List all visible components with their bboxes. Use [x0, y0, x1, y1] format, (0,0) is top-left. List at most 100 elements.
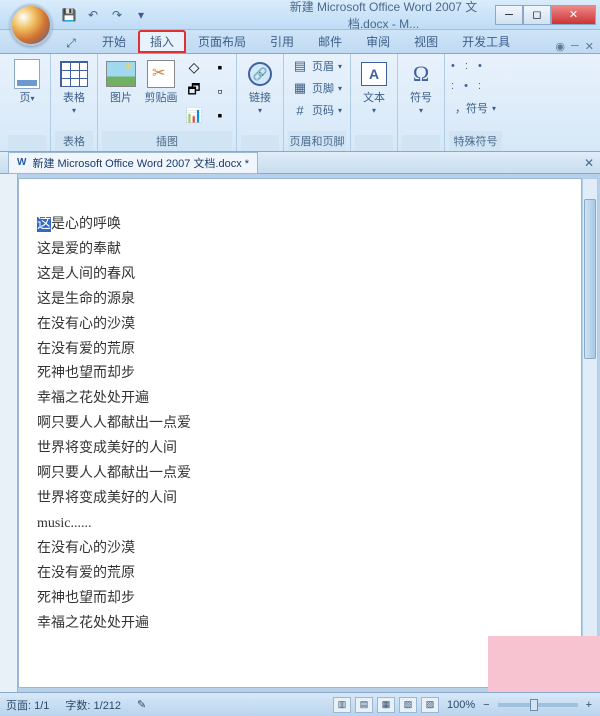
ribbon-group-special: • : • : • : ，符号▾ 特殊符号 [445, 54, 506, 151]
vertical-ruler[interactable] [0, 174, 18, 692]
doc-tab-name: 新建 Microsoft Office Word 2007 文档.docx * [32, 155, 249, 171]
sp-dot2[interactable]: : [465, 60, 468, 72]
qat-save-icon[interactable]: 💾 [58, 5, 80, 25]
sp-dot5[interactable]: • [464, 80, 468, 92]
document-line[interactable]: 在没有爱的荒原 [37, 338, 563, 363]
page-number-button[interactable]: #页码▾ [288, 100, 346, 120]
group-label-tables: 表格 [55, 131, 93, 151]
document-line[interactable]: music...... [37, 512, 563, 537]
textbox-button[interactable]: A 文本▾ [355, 56, 393, 118]
document-tab[interactable]: W 新建 Microsoft Office Word 2007 文档.docx … [8, 152, 258, 174]
overlay-patch [488, 636, 600, 692]
document-area: 这是心的呼唤这是爱的奉献这是人间的春风这是生命的源泉在没有心的沙漠在没有爱的荒原… [0, 174, 600, 692]
document-line[interactable]: 世界将变成美好的人间 [37, 437, 563, 462]
symbol-button[interactable]: Ω 符号▾ [402, 56, 440, 118]
tab-开始[interactable]: 开始 [90, 30, 138, 53]
tab-插入[interactable]: 插入 [138, 30, 186, 53]
group-label-special: 特殊符号 [449, 131, 502, 151]
symbol-label: 符号 [410, 92, 432, 104]
document-line[interactable]: 这是人间的春风 [37, 263, 563, 288]
document-line[interactable]: 幸福之花处处开遍 [37, 612, 563, 637]
illus-extra2-icon[interactable]: ▫ [208, 80, 232, 102]
doc-tab-close-icon[interactable]: ✕ [584, 156, 594, 170]
document-line[interactable]: 在没有爱的荒原 [37, 562, 563, 587]
document-line[interactable]: 啊只要人人都献出一点爱 [37, 462, 563, 487]
footer-icon: ▦ [292, 80, 308, 96]
scroll-thumb[interactable] [584, 199, 596, 359]
view-web-icon[interactable]: ▦ [377, 697, 395, 713]
special-label: ，符号 [455, 100, 488, 116]
page-button[interactable]: 页▾ [8, 56, 46, 106]
document-line[interactable]: 这是爱的奉献 [37, 238, 563, 263]
document-line[interactable]: 啊只要人人都献出一点爱 [37, 412, 563, 437]
tab-审阅[interactable]: 审阅 [354, 30, 402, 53]
document-line[interactable]: 这是心的呼唤 [37, 213, 563, 238]
ribbon-group-symbols: Ω 符号▾ [398, 54, 445, 151]
sp-dot1[interactable]: • [451, 60, 455, 72]
chart-icon[interactable]: 📊 [182, 104, 206, 126]
picture-button[interactable]: 图片 [102, 56, 140, 106]
tab-邮件[interactable]: 邮件 [306, 30, 354, 53]
status-page[interactable]: 页面: 1/1 [6, 697, 49, 713]
illus-extra1-icon[interactable]: ▪ [208, 56, 232, 78]
document-line[interactable]: 幸福之花处处开遍 [37, 387, 563, 412]
sp-dot3[interactable]: • [478, 60, 482, 72]
group-label [355, 135, 393, 151]
zoom-level[interactable]: 100% [447, 699, 475, 711]
tabs-toggle-icon[interactable]: ⤢ [60, 33, 82, 53]
sp-dot4[interactable]: : [451, 80, 454, 92]
maximize-button[interactable]: ◻ [523, 5, 551, 25]
document-line[interactable]: 在没有心的沙漠 [37, 313, 563, 338]
qat-dropdown-icon[interactable]: ▾ [130, 5, 152, 25]
document-line[interactable]: 死神也望而却步 [37, 587, 563, 612]
smartart-icon[interactable]: 🗗 [182, 80, 206, 102]
zoom-out-icon[interactable]: − [483, 699, 489, 711]
table-button[interactable]: 表格▾ [55, 56, 93, 118]
textbox-icon: A [358, 58, 390, 90]
page-label: 页 [19, 92, 30, 104]
illus-extra3-icon[interactable]: ▪ [208, 104, 232, 126]
zoom-slider[interactable] [498, 703, 578, 707]
view-print-icon[interactable]: ▥ [333, 697, 351, 713]
tab-引用[interactable]: 引用 [258, 30, 306, 53]
tab-视图[interactable]: 视图 [402, 30, 450, 53]
qat-undo-icon[interactable]: ↶ [82, 5, 104, 25]
qat-redo-icon[interactable]: ↷ [106, 5, 128, 25]
status-proof-icon[interactable]: ✎ [137, 698, 146, 711]
vertical-scrollbar[interactable] [582, 178, 598, 688]
document-line[interactable]: 死神也望而却步 [37, 362, 563, 387]
tab-开发工具[interactable]: 开发工具 [450, 30, 522, 53]
status-words[interactable]: 字数: 1/212 [65, 697, 121, 713]
header-button[interactable]: ▤页眉▾ [288, 56, 346, 76]
view-read-icon[interactable]: ▤ [355, 697, 373, 713]
zoom-handle[interactable] [530, 699, 538, 711]
document-page[interactable]: 这是心的呼唤这是爱的奉献这是人间的春风这是生命的源泉在没有心的沙漠在没有爱的荒原… [18, 178, 582, 688]
footer-button[interactable]: ▦页脚▾ [288, 78, 346, 98]
zoom-in-icon[interactable]: + [586, 699, 592, 711]
table-label: 表格 [63, 92, 85, 104]
ribbon-group-header-footer: ▤页眉▾ ▦页脚▾ #页码▾ 页眉和页脚 [284, 54, 351, 151]
close-button[interactable]: ✕ [551, 5, 596, 25]
clipart-button[interactable]: 剪贴画 [142, 56, 180, 106]
office-button[interactable] [10, 4, 52, 46]
document-line[interactable]: 在没有心的沙漠 [37, 537, 563, 562]
links-label: 链接 [249, 92, 271, 104]
sp-dot6[interactable]: : [478, 80, 481, 92]
view-outline-icon[interactable]: ▧ [399, 697, 417, 713]
special-symbol-button[interactable]: ，符号▾ [451, 98, 500, 118]
page-icon [11, 58, 43, 90]
document-line[interactable]: 世界将变成美好的人间 [37, 487, 563, 512]
window-title: 新建 Microsoft Office Word 2007 文档.docx - … [272, 0, 495, 32]
ribbon-close-icon[interactable]: ✕ [585, 40, 594, 53]
group-label-illus: 插图 [102, 131, 232, 151]
header-icon: ▤ [292, 58, 308, 74]
view-draft-icon[interactable]: ▨ [421, 697, 439, 713]
minimize-button[interactable]: ─ [495, 5, 523, 25]
shapes-icon[interactable]: ◇ [182, 56, 206, 78]
links-button[interactable]: 🔗 链接▾ [241, 56, 279, 118]
tab-页面布局[interactable]: 页面布局 [186, 30, 258, 53]
pagenum-icon: # [292, 102, 308, 118]
document-line[interactable]: 这是生命的源泉 [37, 288, 563, 313]
help-icon[interactable]: ◉ [555, 40, 565, 53]
minimize-ribbon-icon[interactable]: ─ [571, 40, 579, 53]
